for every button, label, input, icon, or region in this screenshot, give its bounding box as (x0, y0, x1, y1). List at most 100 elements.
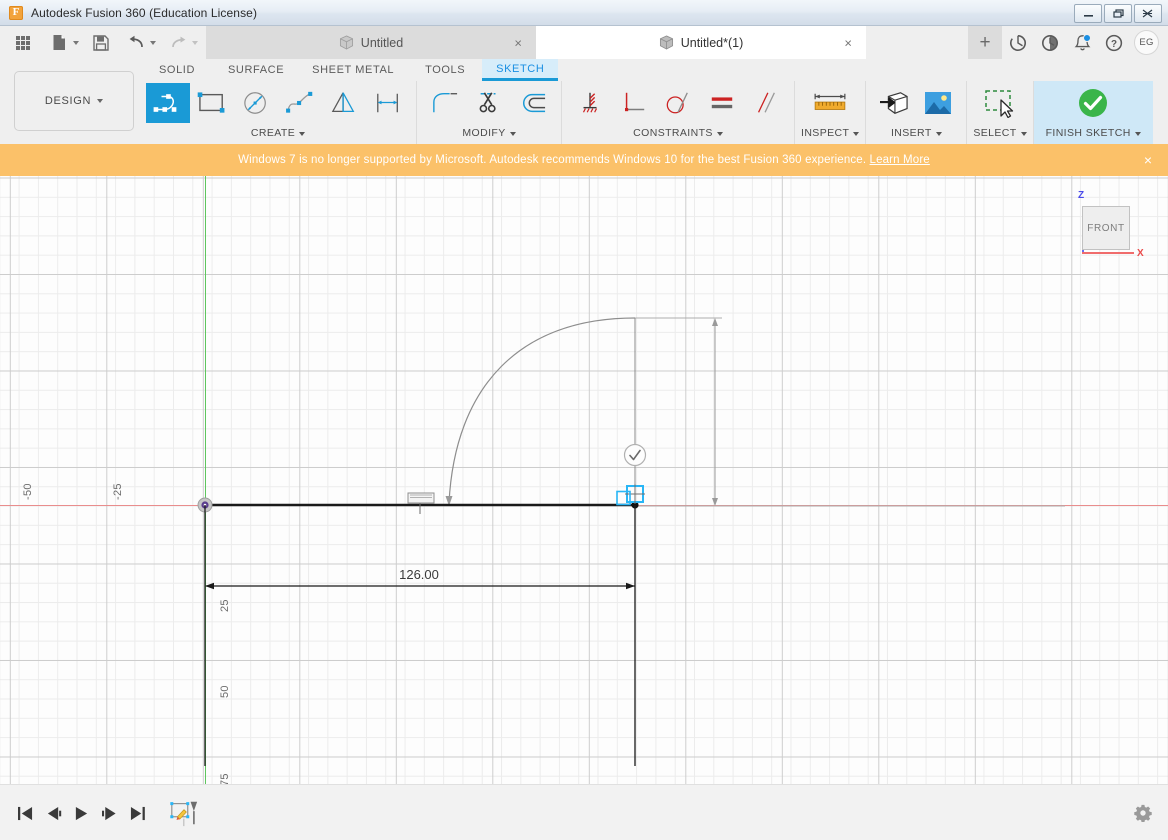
dimension-value[interactable]: 126.00 (399, 567, 439, 582)
timeline-play[interactable] (68, 797, 94, 829)
redo-icon[interactable] (165, 30, 191, 56)
ribbon: DESIGN SOLID SURFACE SHEET METAL TOOLS S… (0, 59, 1168, 144)
timeline-step-forward[interactable] (96, 797, 122, 829)
cube-icon (339, 35, 354, 50)
banner-message-text: Windows 7 is no longer supported by Micr… (238, 154, 869, 166)
undo-caret-icon[interactable] (150, 41, 156, 45)
cube-icon (659, 35, 674, 50)
doc-tab-title: Untitled*(1) (681, 36, 744, 50)
panel-finish-sketch-label[interactable]: FINISH SKETCH (1046, 125, 1141, 142)
measure-tool[interactable] (804, 83, 856, 123)
window-title: Autodesk Fusion 360 (Education License) (31, 6, 257, 20)
new-design-caret-icon[interactable] (73, 41, 79, 45)
insert-derive-tool[interactable] (872, 83, 916, 123)
panel-modify-label[interactable]: MODIFY (462, 125, 515, 142)
select-tool[interactable] (974, 83, 1026, 123)
dim-arrow-left (205, 583, 214, 589)
panel-insert-label[interactable]: INSERT (891, 125, 942, 142)
chevron-down-icon (853, 132, 859, 136)
circle-tool[interactable] (234, 83, 278, 123)
doc-tab-close-icon[interactable]: × (514, 36, 522, 49)
timeline-controls (12, 785, 204, 840)
panel-label-text: MODIFY (462, 125, 505, 142)
panel-select-label[interactable]: SELECT (973, 125, 1026, 142)
panel-inspect-label[interactable]: INSPECT (801, 125, 859, 142)
viewcube-x-label: X (1137, 248, 1144, 259)
notification-badge (1083, 34, 1091, 42)
tab-sketch[interactable]: SKETCH (482, 59, 558, 81)
finish-sketch-tool[interactable] (1058, 83, 1128, 123)
fix-ground-constraint[interactable] (568, 83, 612, 123)
new-tab-button[interactable]: + (968, 26, 1002, 59)
sketch-arc[interactable] (449, 318, 635, 503)
offset-tool[interactable] (511, 83, 555, 123)
windows7-warning-banner: Windows 7 is no longer supported by Micr… (0, 144, 1168, 176)
sketch-geometry: 126.00 (0, 176, 1168, 784)
extensions-icon[interactable] (1034, 26, 1066, 59)
dim-arrow-down (712, 498, 718, 506)
restore-button[interactable] (1104, 4, 1132, 23)
banner-close-icon[interactable]: × (1144, 153, 1152, 167)
parallel-constraint[interactable] (744, 83, 788, 123)
timeline-settings-gear-icon[interactable] (1134, 804, 1152, 822)
sketch-canvas[interactable]: -50 -25 25 50 75 (0, 176, 1168, 784)
minimize-button[interactable] (1074, 4, 1102, 23)
rectangle-tool[interactable] (190, 83, 234, 123)
close-button[interactable] (1134, 4, 1162, 23)
timeline-go-to-beginning[interactable] (12, 797, 38, 829)
tab-surface[interactable]: SURFACE (214, 59, 298, 81)
panel-finish-sketch: FINISH SKETCH (1034, 81, 1153, 144)
doc-tab-untitled-1[interactable]: Untitled*(1) × (536, 26, 866, 59)
panel-create-label[interactable]: CREATE (251, 125, 305, 142)
job-status-icon[interactable] (1002, 26, 1034, 59)
notifications-icon[interactable] (1066, 26, 1098, 59)
viewcube-x-axis (1082, 252, 1134, 254)
horizontal-constraint-glyph[interactable] (408, 493, 434, 503)
panel-label-text: SELECT (973, 125, 1016, 142)
spline-tool[interactable] (278, 83, 322, 123)
workspace-selector[interactable]: DESIGN (14, 71, 134, 131)
window-controls (1074, 4, 1162, 23)
panel-constraints-label[interactable]: CONSTRAINTS (633, 125, 723, 142)
chevron-down-icon (936, 132, 942, 136)
timeline-bar (0, 784, 1168, 840)
equal-constraint[interactable] (700, 83, 744, 123)
tab-tools[interactable]: TOOLS (408, 59, 482, 81)
timeline-item-sketch[interactable] (164, 796, 204, 830)
perpendicular-constraint[interactable] (612, 83, 656, 123)
panel-label-text: INSPECT (801, 125, 849, 142)
user-avatar[interactable]: EG (1134, 30, 1159, 55)
chevron-down-icon (299, 132, 305, 136)
dim-arrow-up (712, 318, 718, 326)
panel-label-text: FINISH SKETCH (1046, 125, 1131, 142)
undo-icon[interactable] (123, 30, 149, 56)
new-design-icon[interactable] (46, 30, 72, 56)
fusion-logo-icon (9, 6, 23, 20)
banner-message: Windows 7 is no longer supported by Micr… (238, 154, 930, 166)
app-grid-icon[interactable] (10, 30, 36, 56)
mirror-tool[interactable] (322, 83, 366, 123)
top-right-icons: + ? EG (968, 26, 1168, 59)
viewcube-front-face[interactable]: FRONT (1082, 206, 1130, 250)
sketch-dimension-tool[interactable] (366, 83, 410, 123)
save-icon[interactable] (88, 30, 114, 56)
line-tool[interactable] (146, 83, 190, 123)
panel-inspect: INSPECT (795, 81, 866, 144)
workspace-label: DESIGN (45, 95, 91, 107)
doc-tab-untitled[interactable]: Untitled × (206, 26, 536, 59)
trim-tool[interactable] (467, 83, 511, 123)
banner-learn-more-link[interactable]: Learn More (870, 154, 930, 166)
view-cube[interactable]: Z X FRONT (1060, 184, 1146, 266)
insert-canvas-image-tool[interactable] (916, 83, 960, 123)
tangent-constraint[interactable] (656, 83, 700, 123)
tab-sheet-metal[interactable]: SHEET METAL (298, 59, 408, 81)
tab-solid[interactable]: SOLID (140, 59, 214, 81)
timeline-go-to-end[interactable] (124, 797, 150, 829)
redo-caret-icon[interactable] (192, 41, 198, 45)
constraint-badge-circle[interactable] (625, 445, 646, 466)
help-icon[interactable]: ? (1098, 26, 1130, 59)
fusion360-window: Autodesk Fusion 360 (Education License) (0, 0, 1168, 840)
timeline-step-back[interactable] (40, 797, 66, 829)
fillet-tool[interactable] (423, 83, 467, 123)
doc-tab-close-icon[interactable]: × (844, 36, 852, 49)
